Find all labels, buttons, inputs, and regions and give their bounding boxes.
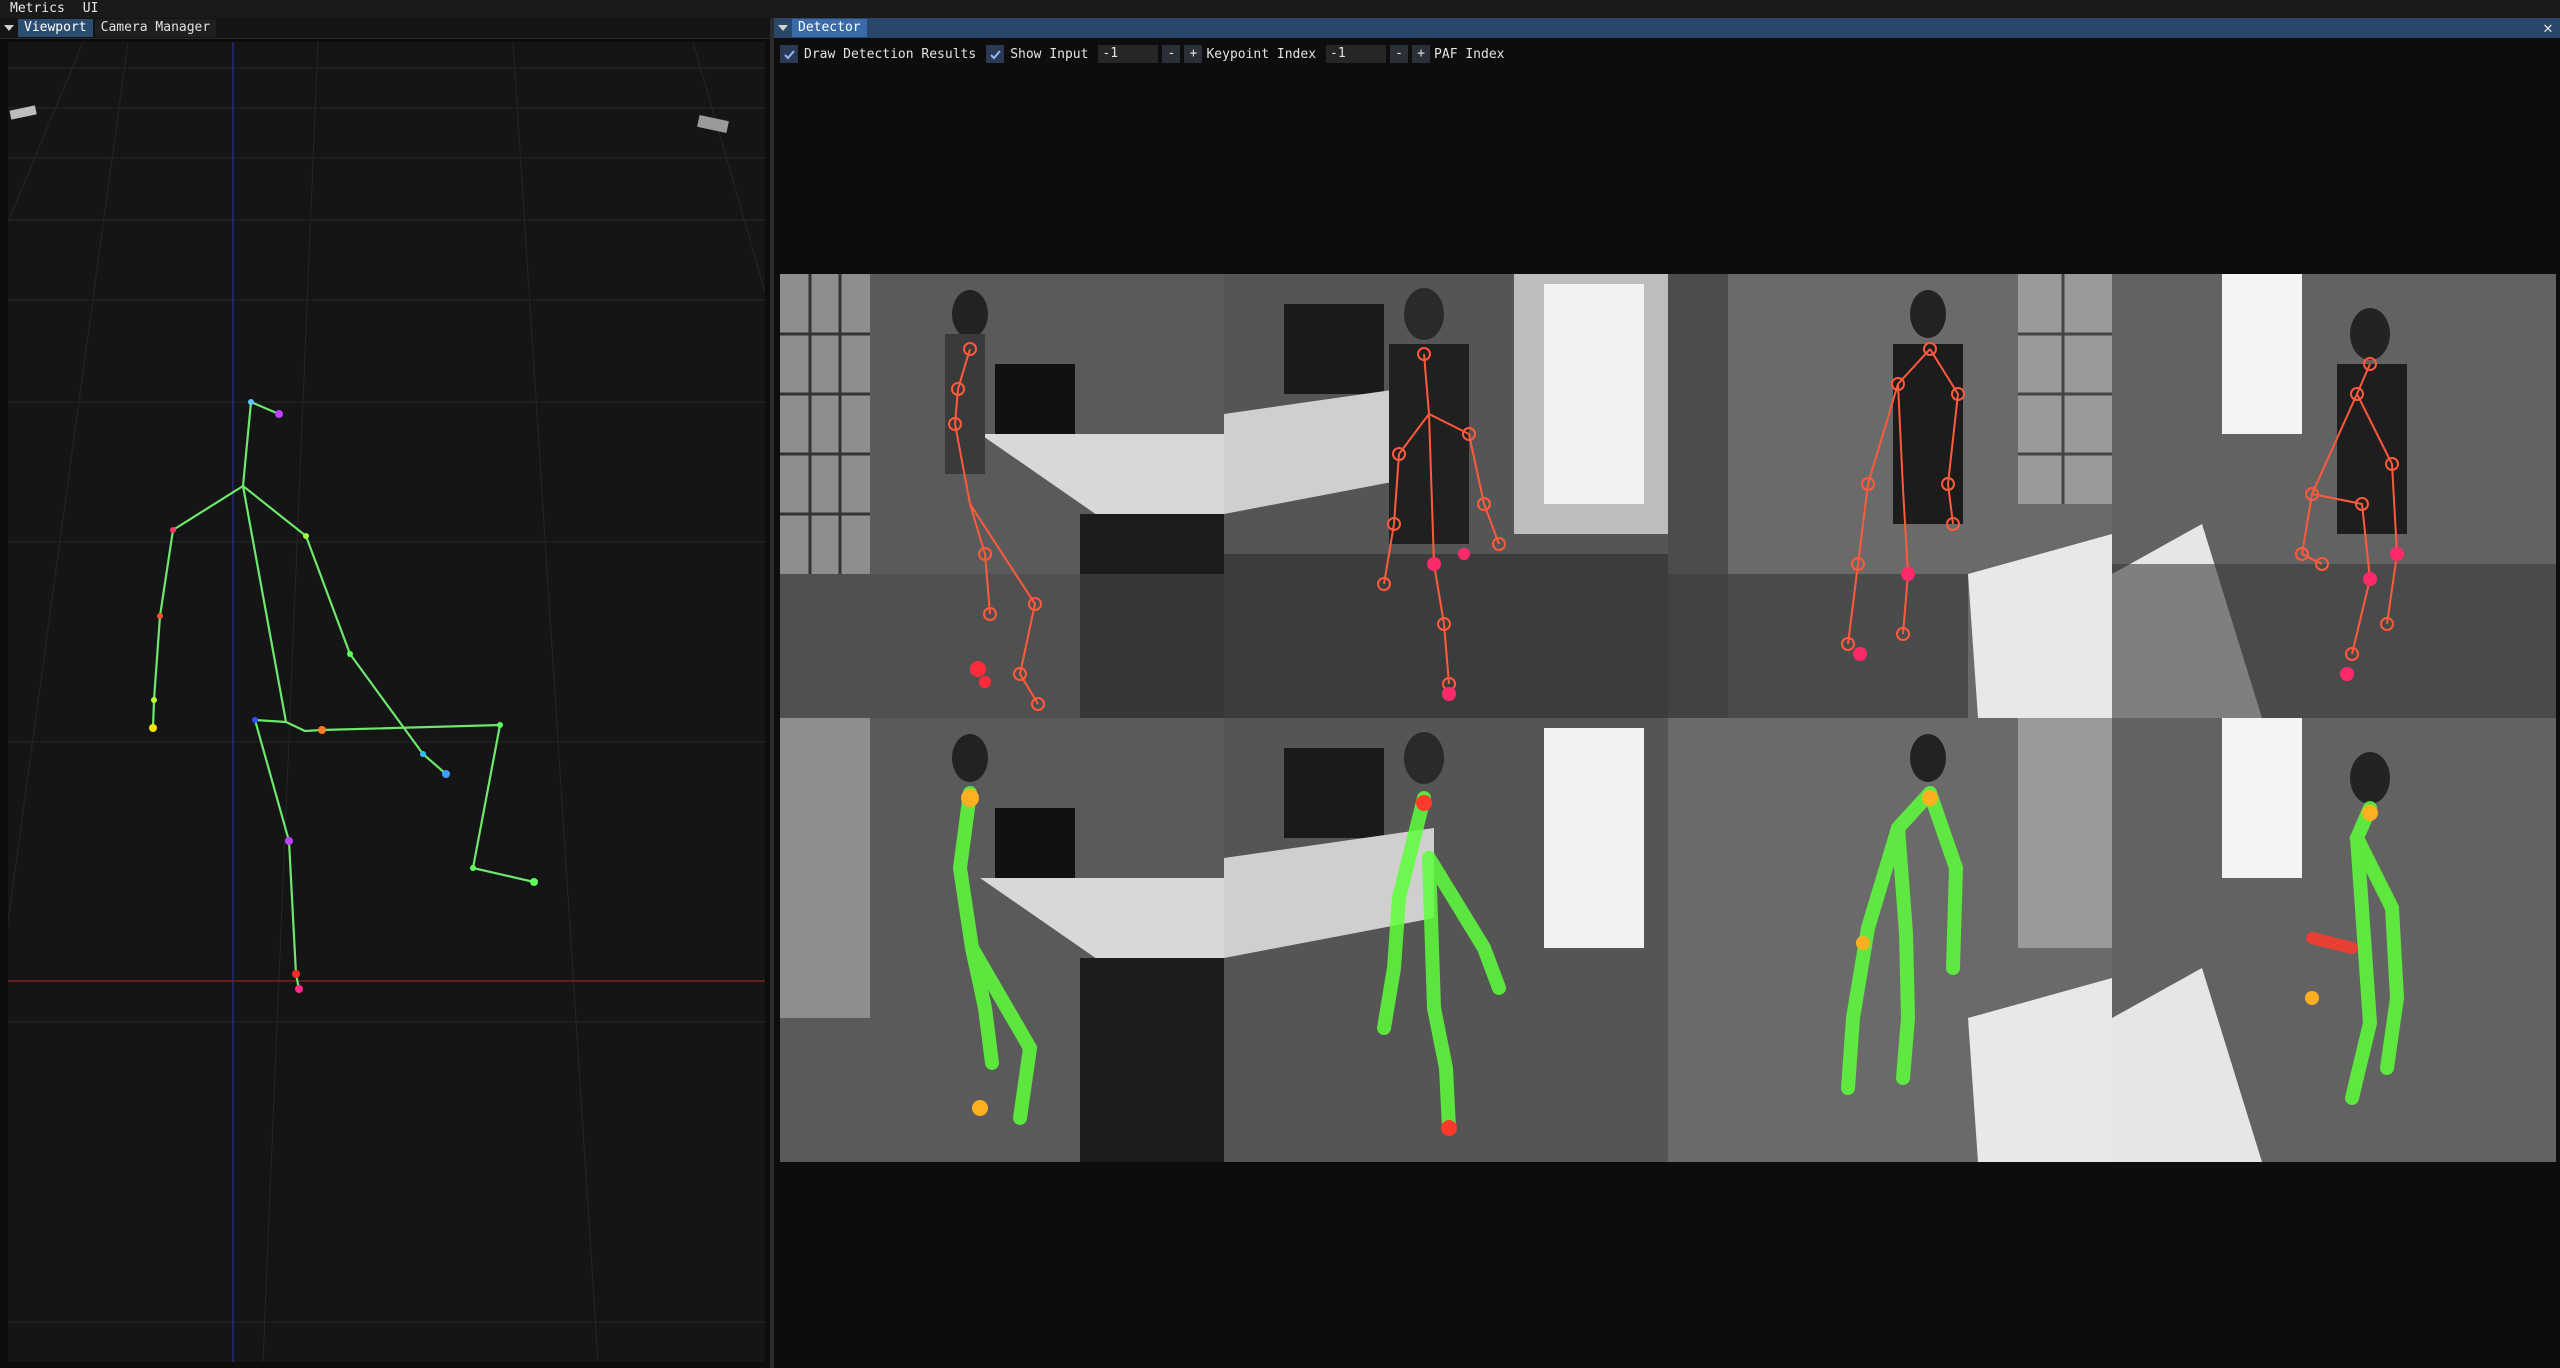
3d-viewport[interactable]	[8, 42, 765, 1362]
3d-keypoints	[149, 399, 538, 993]
tab-detector[interactable]: Detector	[792, 19, 867, 37]
camera-view-1-paf	[780, 718, 1224, 1162]
close-icon[interactable]: ✕	[2540, 18, 2556, 38]
camera-view-3-keypoints	[1668, 274, 2112, 718]
show-input-label: Show Input	[1010, 46, 1089, 62]
camera-view-2-keypoints	[1224, 274, 1668, 718]
camera-model	[697, 115, 729, 133]
3d-skeleton	[151, 400, 535, 990]
viewport-window: Viewport Camera Manager	[0, 18, 770, 1368]
menu-ui[interactable]: UI	[74, 0, 108, 18]
keypoint-index-input[interactable]: -1	[1098, 45, 1159, 63]
camera-view-2-paf	[1224, 718, 1668, 1162]
ground-grid	[8, 42, 765, 1362]
camera-image	[1668, 718, 2112, 1162]
camera-view-3-paf	[1668, 718, 2112, 1162]
detector-toolbar: Draw Detection Results Show Input -1 - +…	[780, 44, 1515, 64]
draw-detection-results-label: Draw Detection Results	[804, 46, 977, 62]
tab-camera-manager[interactable]: Camera Manager	[94, 19, 217, 37]
detector-image-grid	[780, 274, 2556, 1162]
keypoint-decrement-button[interactable]: -	[1162, 45, 1181, 63]
camera-image	[1224, 274, 1668, 718]
camera-image	[1668, 274, 2112, 718]
camera-view-4-paf	[2112, 718, 2556, 1162]
camera-view-1-keypoints	[780, 274, 1224, 718]
paf-decrement-button[interactable]: -	[1390, 45, 1409, 63]
menu-metrics[interactable]: Metrics	[0, 0, 74, 18]
tab-viewport[interactable]: Viewport	[18, 19, 93, 37]
collapse-arrow-icon[interactable]	[774, 18, 792, 38]
camera-image	[780, 274, 1224, 718]
paf-index-label: PAF Index	[1434, 46, 1505, 62]
camera-view-4-keypoints	[2112, 274, 2556, 718]
keypoint-increment-button[interactable]: +	[1184, 45, 1203, 63]
detector-title-bar: Detector ✕	[774, 18, 2560, 38]
checkmark-icon	[989, 49, 1001, 59]
paf-index-input[interactable]: -1	[1326, 45, 1387, 63]
menu-bar: Metrics UI	[0, 0, 2560, 18]
detector-window: Detector ✕ Draw Detection Results Show I…	[774, 18, 2560, 1368]
camera-image	[1224, 718, 1668, 1162]
3d-scene	[8, 42, 765, 1362]
paf-increment-button[interactable]: +	[1412, 45, 1431, 63]
camera-image	[2112, 718, 2556, 1162]
show-input-checkbox[interactable]	[986, 45, 1005, 63]
draw-detection-results-checkbox[interactable]	[780, 45, 798, 63]
viewport-tab-bar: Viewport Camera Manager	[0, 18, 770, 39]
keypoint-index-label: Keypoint Index	[1206, 46, 1317, 62]
collapse-arrow-icon[interactable]	[0, 18, 18, 38]
camera-image	[2112, 274, 2556, 718]
camera-image	[780, 718, 1224, 1162]
checkmark-icon	[783, 49, 795, 59]
